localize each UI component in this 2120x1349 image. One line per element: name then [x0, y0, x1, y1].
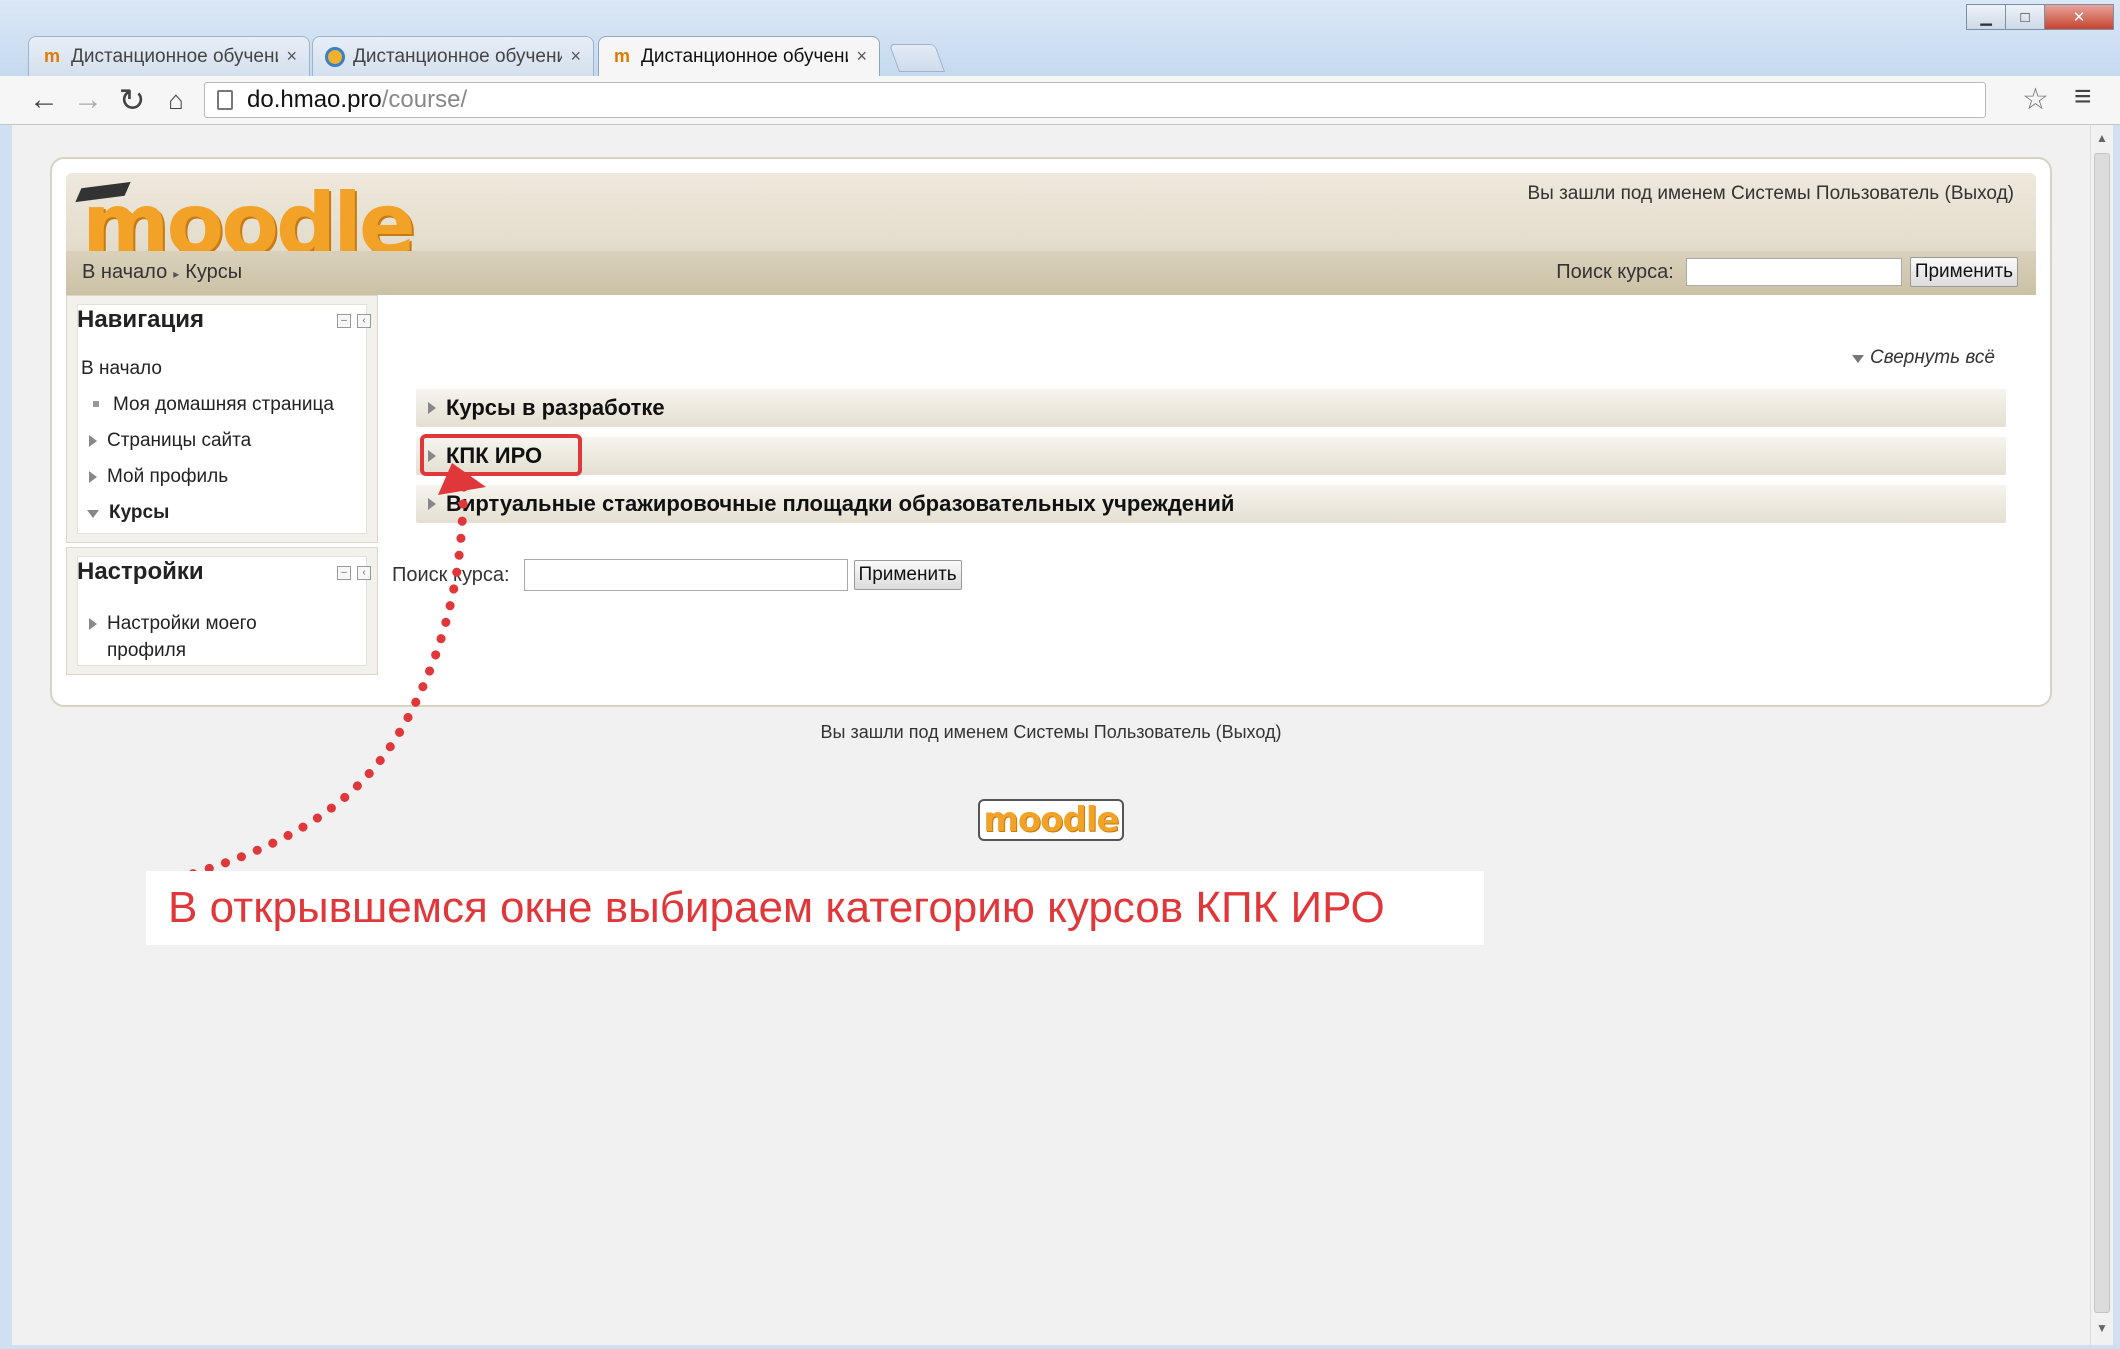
maximize-icon[interactable]: □	[2005, 4, 2045, 30]
arrow-head-icon	[438, 463, 486, 495]
close-tab-icon[interactable]: ×	[286, 46, 297, 67]
url-path: /course/	[381, 86, 468, 113]
scroll-up-icon[interactable]: ▲	[2096, 131, 2108, 145]
tab-strip: m Дистанционное обучени × Дистанционное …	[0, 0, 2120, 76]
page-icon	[217, 90, 233, 110]
tab-1[interactable]: m Дистанционное обучени ×	[28, 36, 310, 76]
close-tab-icon[interactable]: ×	[570, 46, 581, 67]
moodle-favicon-icon: m	[613, 46, 630, 66]
browser-window: m Дистанционное обучени × Дистанционное …	[0, 0, 2120, 1349]
dotted-arrow-path	[155, 480, 469, 888]
tab-3-active[interactable]: m Дистанционное обучени ×	[598, 36, 880, 76]
tab-title: Дистанционное обучени	[353, 45, 563, 67]
tab-2[interactable]: Дистанционное обучени ×	[312, 36, 594, 76]
tab-title: Дистанционное обучени	[71, 45, 279, 67]
page-viewport: moodle Вы зашли под именем Системы Польз…	[12, 125, 2090, 1345]
close-window-icon[interactable]: ✕	[2044, 4, 2114, 30]
minimize-icon[interactable]: ▁	[1966, 4, 2006, 30]
reload-icon[interactable]: ↻	[114, 82, 150, 118]
annotation-arrow	[155, 463, 486, 888]
home-icon[interactable]: ⌂	[158, 82, 194, 118]
scrollbar-thumb[interactable]	[2094, 153, 2110, 1313]
scroll-down-icon[interactable]: ▼	[2096, 1321, 2108, 1335]
menu-icon[interactable]: ≡	[2074, 80, 2092, 114]
window-controls: ▁ □ ✕	[1966, 4, 2114, 30]
close-tab-icon[interactable]: ×	[856, 46, 867, 67]
back-arrow-icon[interactable]: ←	[26, 82, 62, 118]
globe-favicon-icon	[325, 46, 345, 67]
bookmark-star-icon[interactable]: ☆	[2022, 82, 2049, 117]
tab-title: Дистанционное обучени	[641, 45, 849, 67]
instruction-caption: В открывшемся окне выбираем категорию ку…	[146, 871, 1484, 945]
moodle-favicon-icon: m	[43, 46, 60, 66]
vertical-scrollbar[interactable]: ▲ ▼	[2090, 125, 2113, 1345]
browser-toolbar: ← → ↻ ⌂ do.hmao.pro/course/ ☆ ≡	[0, 76, 2120, 125]
address-bar[interactable]: do.hmao.pro/course/	[204, 82, 1986, 118]
new-tab-button[interactable]	[888, 44, 946, 72]
url-host: do.hmao.pro	[247, 86, 382, 113]
forward-arrow-icon[interactable]: →	[70, 82, 106, 118]
